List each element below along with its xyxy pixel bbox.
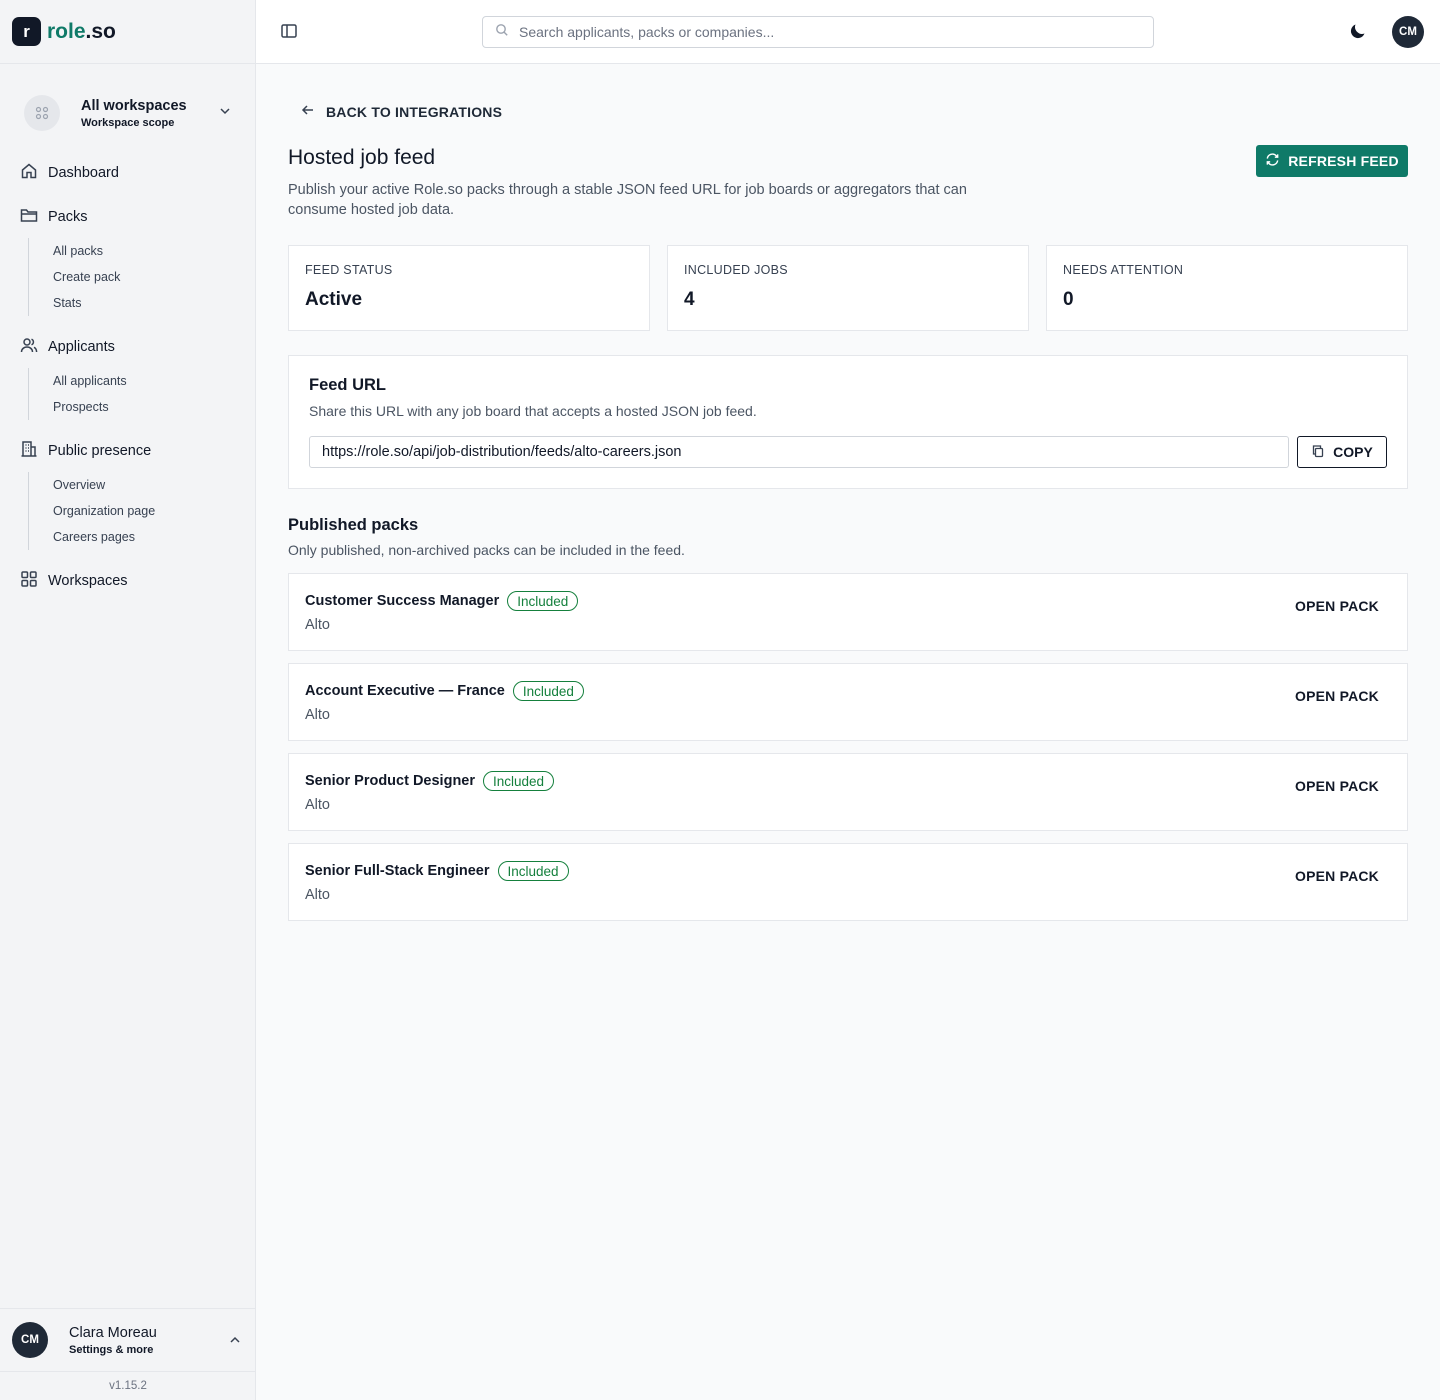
refresh-icon bbox=[1265, 152, 1280, 170]
packs-submenu: All packs Create pack Stats bbox=[28, 238, 256, 316]
logo-text-role: role bbox=[47, 19, 86, 43]
workspace-switcher[interactable]: All workspaces Workspace scope bbox=[24, 92, 240, 134]
sidebar-subitem-overview[interactable]: Overview bbox=[53, 472, 256, 498]
pack-company: Alto bbox=[305, 887, 330, 903]
page-title: Hosted job feed bbox=[288, 146, 436, 169]
open-pack-button[interactable]: OPEN PACK bbox=[1295, 868, 1379, 884]
feed-url-title: Feed URL bbox=[309, 376, 387, 394]
logo-text: role.so bbox=[47, 20, 116, 44]
chevron-up-icon bbox=[228, 1333, 242, 1352]
sidebar-item-label: Dashboard bbox=[48, 165, 119, 181]
refresh-feed-button[interactable]: REFRESH FEED bbox=[1256, 145, 1408, 177]
stat-label: INCLUDED JOBS bbox=[684, 263, 788, 277]
user-subtitle: Settings & more bbox=[69, 1343, 154, 1356]
folder-icon bbox=[20, 206, 38, 229]
sidebar-nav: Dashboard Packs All packs Create pack St… bbox=[0, 158, 256, 610]
building-icon bbox=[20, 440, 38, 463]
home-icon bbox=[20, 162, 38, 185]
sidebar-subitem-prospects[interactable]: Prospects bbox=[53, 394, 256, 420]
workspace-title: All workspaces bbox=[81, 97, 187, 114]
feed-url-field[interactable] bbox=[309, 436, 1289, 468]
pack-title: Senior Product Designer bbox=[305, 773, 476, 789]
stat-label: NEEDS ATTENTION bbox=[1063, 263, 1184, 277]
users-icon bbox=[20, 336, 38, 359]
workspace-subtitle: Workspace scope bbox=[81, 116, 175, 129]
sidebar-item-label: Applicants bbox=[48, 339, 115, 355]
back-link-label: BACK TO INTEGRATIONS bbox=[326, 103, 503, 120]
stat-value: 4 bbox=[684, 289, 695, 310]
sidebar-subitem-stats[interactable]: Stats bbox=[53, 290, 256, 316]
status-badge: Included bbox=[483, 771, 555, 791]
avatar: CM bbox=[12, 1322, 48, 1358]
sidebar-subitem-create-pack[interactable]: Create pack bbox=[53, 264, 256, 290]
sidebar-subitem-all-applicants[interactable]: All applicants bbox=[53, 368, 256, 394]
sidebar-item-public-presence[interactable]: Public presence bbox=[0, 436, 256, 466]
chevron-down-icon bbox=[218, 104, 232, 123]
status-badge: Included bbox=[512, 681, 584, 701]
pack-company: Alto bbox=[305, 707, 330, 723]
feed-url-description: Share this URL with any job board that a… bbox=[309, 403, 757, 419]
copy-label: COPY bbox=[1333, 444, 1373, 460]
applicants-submenu: All applicants Prospects bbox=[28, 368, 256, 420]
open-pack-button[interactable]: OPEN PACK bbox=[1295, 598, 1379, 614]
sidebar-subitem-all-packs[interactable]: All packs bbox=[53, 238, 256, 264]
pack-company: Alto bbox=[305, 797, 330, 813]
stat-card-needs-attention: NEEDS ATTENTION 0 bbox=[1046, 245, 1408, 331]
list-item: Account Executive — France Included Alto… bbox=[288, 663, 1408, 741]
logo-mark: r bbox=[12, 17, 41, 46]
pack-company: Alto bbox=[305, 617, 330, 633]
search-bar bbox=[482, 16, 1154, 48]
pack-title: Account Executive — France bbox=[305, 683, 505, 699]
brand-logo[interactable]: r role.so bbox=[0, 0, 255, 64]
pack-title: Customer Success Manager bbox=[305, 593, 500, 609]
search-input[interactable] bbox=[519, 24, 1119, 40]
header-avatar[interactable]: CM bbox=[1392, 16, 1424, 48]
status-badge: Included bbox=[497, 861, 569, 881]
stats-row: FEED STATUS Active INCLUDED JOBS 4 NEEDS… bbox=[288, 245, 1408, 331]
sidebar-item-label: Packs bbox=[48, 209, 88, 225]
sidebar-subitem-organization-page[interactable]: Organization page bbox=[53, 498, 256, 524]
copy-icon bbox=[1311, 444, 1325, 461]
pack-title: Senior Full-Stack Engineer bbox=[305, 863, 490, 879]
published-packs-list: Customer Success Manager Included Alto O… bbox=[288, 573, 1408, 933]
sidebar-item-label: Workspaces bbox=[48, 573, 128, 589]
logo-text-so: .so bbox=[85, 19, 116, 43]
user-name: Clara Moreau bbox=[69, 1324, 157, 1341]
sidebar-item-packs[interactable]: Packs bbox=[0, 202, 256, 232]
arrow-left-icon bbox=[300, 102, 316, 121]
page-description: Publish your active Role.so packs throug… bbox=[288, 182, 967, 218]
open-pack-button[interactable]: OPEN PACK bbox=[1295, 778, 1379, 794]
stat-value: Active bbox=[305, 289, 363, 310]
sidebar-item-label: Public presence bbox=[48, 443, 152, 459]
sidebar-subitem-careers-pages[interactable]: Careers pages bbox=[53, 524, 256, 550]
sidebar-item-dashboard[interactable]: Dashboard bbox=[0, 158, 256, 188]
public-presence-submenu: Overview Organization page Careers pages bbox=[28, 472, 256, 550]
list-item: Senior Full-Stack Engineer Included Alto… bbox=[288, 843, 1408, 921]
open-pack-button[interactable]: OPEN PACK bbox=[1295, 688, 1379, 704]
status-badge: Included bbox=[507, 591, 579, 611]
sidebar-item-workspaces[interactable]: Workspaces bbox=[0, 566, 256, 596]
moon-icon[interactable] bbox=[1348, 21, 1368, 46]
copy-button[interactable]: COPY bbox=[1297, 436, 1387, 468]
back-to-integrations-link[interactable]: BACK TO INTEGRATIONS bbox=[300, 102, 502, 121]
stat-card-included-jobs: INCLUDED JOBS 4 bbox=[667, 245, 1029, 331]
stat-card-feed-status: FEED STATUS Active bbox=[288, 245, 650, 331]
workspace-grid-icon bbox=[24, 95, 60, 131]
published-packs-title: Published packs bbox=[288, 516, 419, 534]
sidebar-toggle-icon[interactable] bbox=[280, 22, 298, 45]
refresh-feed-label: REFRESH FEED bbox=[1288, 153, 1399, 169]
list-item: Senior Product Designer Included Alto OP… bbox=[288, 753, 1408, 831]
user-menu[interactable]: CM Clara Moreau Settings & more bbox=[0, 1308, 256, 1372]
sidebar-item-applicants[interactable]: Applicants bbox=[0, 332, 256, 362]
stat-value: 0 bbox=[1063, 289, 1074, 310]
grid-icon bbox=[20, 570, 38, 593]
sidebar: r role.so All workspaces Workspace scope… bbox=[0, 0, 256, 1400]
topbar: CM bbox=[256, 0, 1440, 64]
app-version: v1.15.2 bbox=[109, 1380, 147, 1392]
published-packs-description: Only published, non-archived packs can b… bbox=[288, 542, 685, 558]
stat-label: FEED STATUS bbox=[305, 263, 393, 277]
search-icon bbox=[495, 23, 509, 42]
list-item: Customer Success Manager Included Alto O… bbox=[288, 573, 1408, 651]
feed-url-card: Feed URL Share this URL with any job boa… bbox=[288, 355, 1408, 489]
